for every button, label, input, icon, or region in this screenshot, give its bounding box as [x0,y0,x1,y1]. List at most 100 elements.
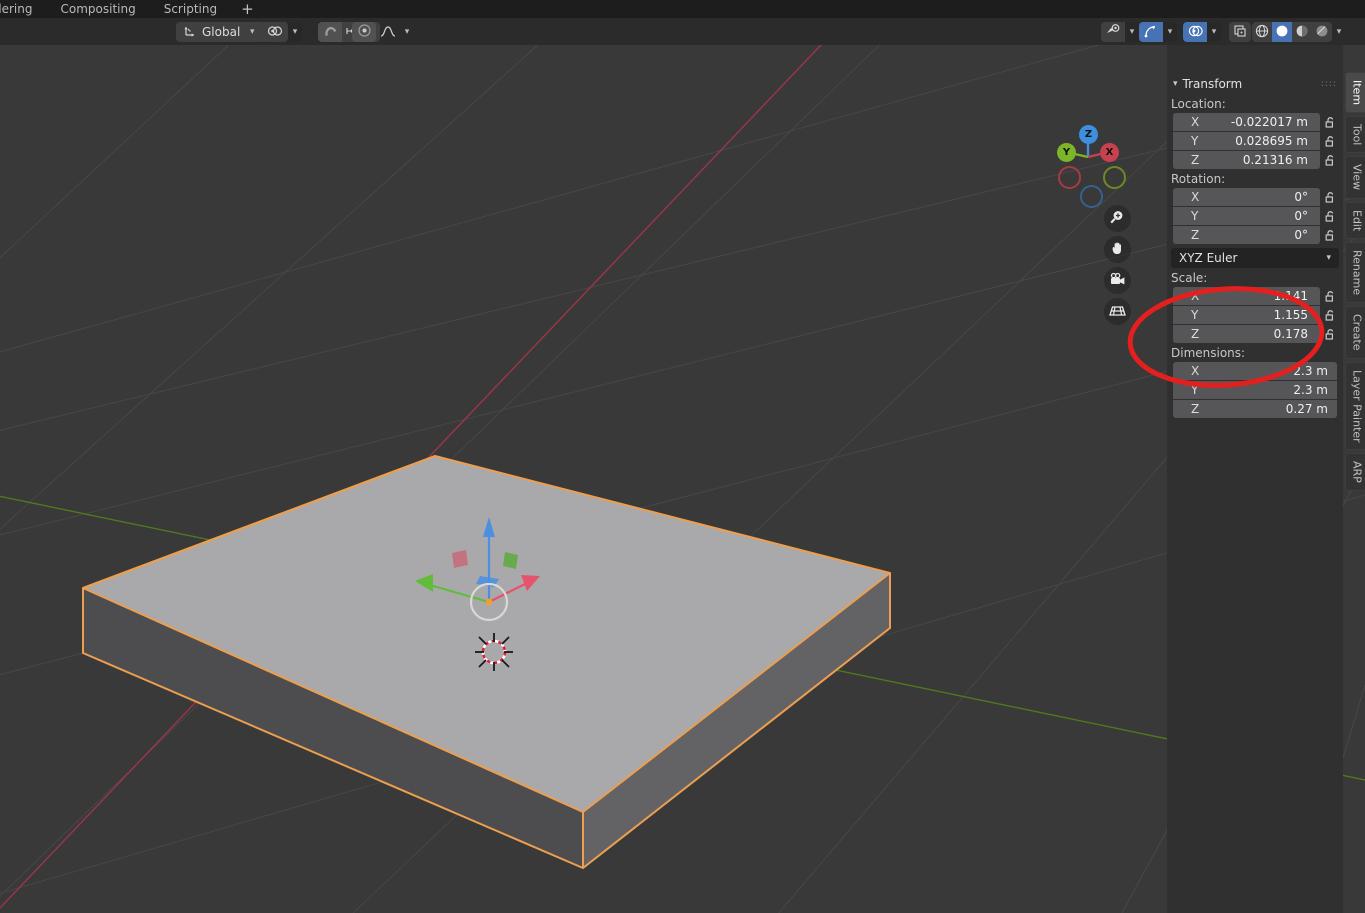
visibility-button[interactable] [1101,22,1125,42]
scale-row-z[interactable]: Z 0.178 [1171,325,1339,343]
overlays-chevron-down-icon[interactable]: ▾ [1207,22,1221,42]
shading-mode-group[interactable]: ▾ [1252,22,1346,42]
rotation-row-y[interactable]: Y 0° [1171,207,1339,225]
shading-material-button[interactable] [1292,22,1312,42]
rotation-mode-dropdown[interactable]: XYZ Euler ▾ [1171,248,1339,268]
shading-mode-segments[interactable] [1252,22,1332,42]
falloff-chevron-down-icon[interactable]: ▾ [400,22,414,42]
gizmo-axis-neg-x[interactable] [1058,166,1081,189]
location-x-lock-button[interactable] [1323,116,1337,128]
scale-row-x[interactable]: X 1.141 [1171,287,1339,305]
rotation-y-lock-button[interactable] [1323,210,1337,222]
dimensions-y-field[interactable]: Y 2.3 m [1173,381,1337,399]
unlock-icon [1325,136,1333,147]
dimensions-row-z[interactable]: Z 0.27 m [1171,400,1339,418]
value: 0.178 [1273,327,1308,341]
chevron-down-icon: ▾ [1326,253,1331,263]
overlays-toggle-button[interactable] [1183,22,1207,42]
visibility-chevron-down-icon[interactable]: ▾ [1125,22,1139,42]
value: 0° [1294,209,1308,223]
gizmo-axis-z[interactable]: Z [1079,125,1098,144]
xray-toggle-button[interactable] [1229,22,1251,42]
dimensions-x-field[interactable]: X 2.3 m [1173,362,1337,380]
axis-label: Z [1191,327,1200,341]
scale-y-lock-button[interactable] [1323,309,1337,321]
gizmo-axis-x[interactable]: X [1100,143,1119,162]
sidebar-tab-edit[interactable]: Edit [1345,201,1365,239]
proportional-editing-toggle[interactable] [352,22,376,42]
scale-x-field[interactable]: X 1.141 [1173,287,1320,305]
sidebar-tab-tool[interactable]: Tool [1345,116,1365,154]
rotation-z-lock-button[interactable] [1323,229,1337,241]
sidebar-tab-rename[interactable]: Rename [1345,241,1365,303]
rotation-z-field[interactable]: Z 0° [1173,226,1320,244]
falloff-button[interactable] [376,22,400,42]
workspace-tab-scripting[interactable]: Scripting [150,0,231,18]
workspace-tab-compositing[interactable]: Compositing [47,0,150,18]
gizmo-icon [1144,24,1159,41]
pivot-point-group[interactable]: ▾ [262,22,302,42]
axis-label: Y [1191,209,1199,223]
dimensions-row-y[interactable]: Y 2.3 m [1171,381,1339,399]
location-row-y[interactable]: Y 0.028695 m [1171,132,1339,150]
shading-wireframe-button[interactable] [1252,22,1272,42]
zoom-view-button[interactable] [1104,205,1131,232]
drag-handle-icon[interactable]: :::: [1321,79,1337,89]
shading-rendered-button[interactable] [1312,22,1332,42]
transform-orientation-group[interactable]: Global ▾ [176,22,267,42]
object-visibility-group[interactable]: ▾ [1101,22,1139,42]
xray-group[interactable] [1229,22,1251,42]
location-y-lock-button[interactable] [1323,135,1337,147]
gizmo-axis-y[interactable]: Y [1057,143,1076,162]
rotation-y-field[interactable]: Y 0° [1173,207,1320,225]
viewport-header: Global ▾ ▾ ▾ ▾ ▾ ▾ ▾ [0,18,1365,45]
navigation-axis-gizmo[interactable]: Z Y X [1052,121,1128,208]
pivot-point-button[interactable] [262,22,288,42]
dimensions-row-x[interactable]: X 2.3 m [1171,362,1339,380]
gizmo-toggle-button[interactable] [1139,22,1163,42]
pivot-chevron-down-icon[interactable]: ▾ [288,22,302,42]
location-x-field[interactable]: X -0.022017 m [1173,113,1320,131]
location-row-x[interactable]: X -0.022017 m [1171,113,1339,131]
add-workspace-button[interactable]: + [231,1,264,17]
scale-z-field[interactable]: Z 0.178 [1173,325,1320,343]
transform-panel-header[interactable]: ▾ Transform :::: [1167,74,1343,94]
transform-orientation-button[interactable]: Global ▾ [176,22,267,42]
proportional-editing-group[interactable]: ▾ [352,22,414,42]
scale-z-lock-button[interactable] [1323,328,1337,340]
snap-toggle-button[interactable] [318,22,342,42]
gizmo-axis-neg-y[interactable] [1103,166,1126,189]
rotation-x-field[interactable]: X 0° [1173,188,1320,206]
rotation-x-lock-button[interactable] [1323,191,1337,203]
dimensions-z-field[interactable]: Z 0.27 m [1173,400,1337,418]
location-y-field[interactable]: Y 0.028695 m [1173,132,1320,150]
axis-label: Z [1191,402,1200,416]
location-row-z[interactable]: Z 0.21316 m [1171,151,1339,169]
shading-chevron-down-icon[interactable]: ▾ [1332,22,1346,42]
pan-view-button[interactable] [1104,236,1131,263]
gizmo-axis-z-label: Z [1084,129,1093,140]
location-z-field[interactable]: Z 0.21316 m [1173,151,1320,169]
scale-row-y[interactable]: Y 1.155 [1171,306,1339,324]
overlays-group[interactable]: ▾ [1183,22,1221,42]
rotation-row-x[interactable]: X 0° [1171,188,1339,206]
sidebar-tab-layer-painter[interactable]: Layer Painter [1345,361,1365,451]
scale-x-lock-button[interactable] [1323,290,1337,302]
sidebar-tab-view[interactable]: View [1345,156,1365,199]
sidebar-tab-create[interactable]: Create [1345,305,1365,359]
workspace-tab-rendering[interactable]: dering [0,0,47,18]
3d-viewport[interactable]: Z Y X [0,45,1365,913]
camera-view-button[interactable] [1104,267,1131,294]
toggle-perspective-button[interactable] [1104,298,1131,325]
wireframe-shading-icon [1255,24,1269,41]
zoom-icon [1109,209,1126,229]
gizmo-chevron-down-icon[interactable]: ▾ [1163,22,1177,42]
shading-solid-button[interactable] [1272,22,1292,42]
location-z-lock-button[interactable] [1323,154,1337,166]
scale-y-field[interactable]: Y 1.155 [1173,306,1320,324]
gizmo-axis-neg-z[interactable] [1080,185,1103,208]
sidebar-tab-arp[interactable]: ARP [1345,453,1365,492]
sidebar-tab-item[interactable]: Item [1345,72,1365,114]
gizmo-group[interactable]: ▾ [1139,22,1177,42]
rotation-row-z[interactable]: Z 0° [1171,226,1339,244]
